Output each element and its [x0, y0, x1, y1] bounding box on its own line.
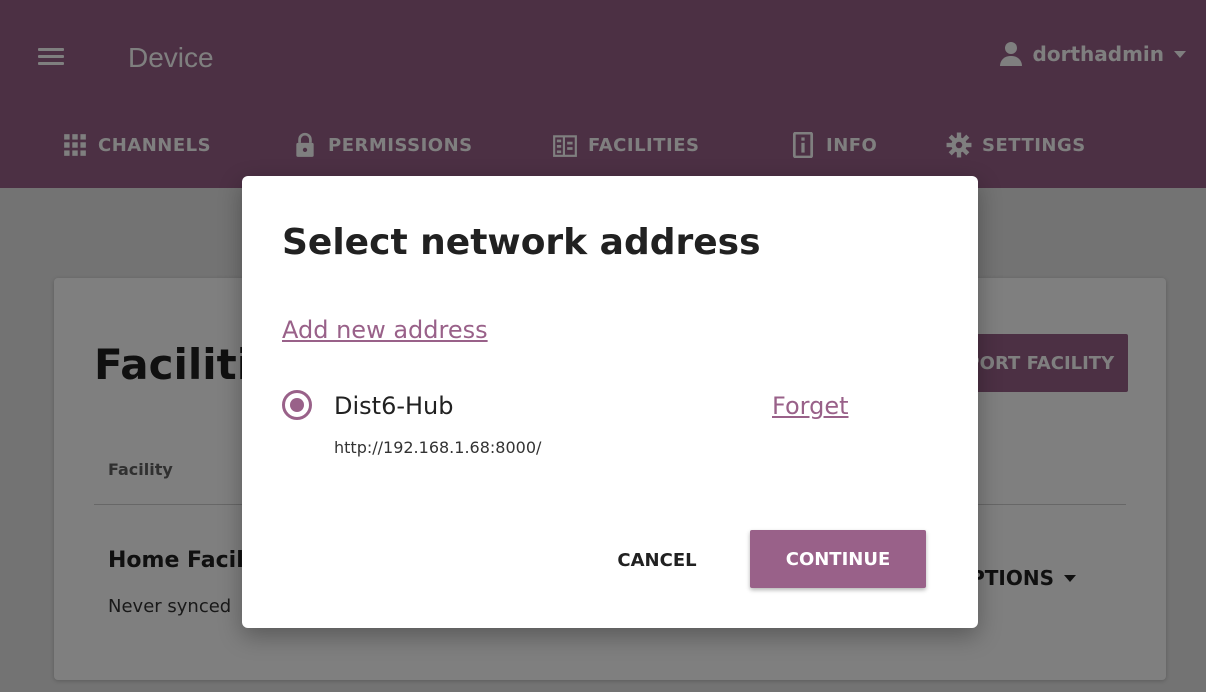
add-new-address-link[interactable]: Add new address — [282, 316, 488, 344]
select-network-address-dialog: Select network address Add new address D… — [242, 176, 978, 628]
cancel-button[interactable]: CANCEL — [582, 532, 732, 588]
dialog-title: Select network address — [282, 222, 761, 263]
forget-address-link[interactable]: Forget — [772, 392, 849, 420]
address-url: http://192.168.1.68:8000/ — [334, 438, 542, 457]
address-name: Dist6-Hub — [334, 392, 454, 420]
address-radio-selected[interactable] — [282, 390, 312, 420]
continue-button[interactable]: CONTINUE — [750, 530, 926, 588]
